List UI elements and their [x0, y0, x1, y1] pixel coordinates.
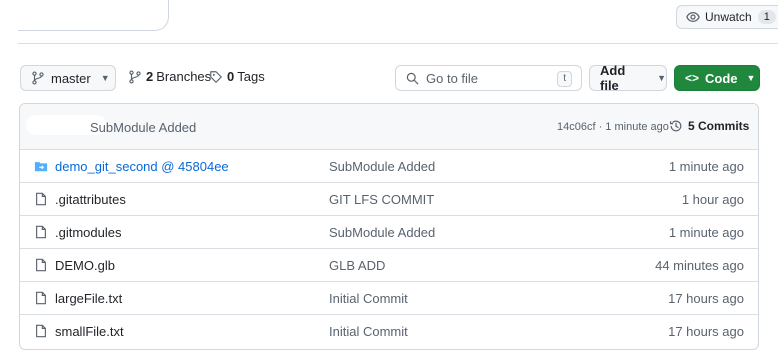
search-placeholder: Go to file	[426, 70, 479, 86]
file-name[interactable]: .gitmodules	[55, 225, 121, 240]
chevron-down-icon: ▼	[746, 73, 756, 83]
branches-count: 2	[146, 69, 154, 84]
file-table: SubModule Added 14c06cf · 1 minute ago 5…	[19, 103, 759, 350]
add-file-label: Add file	[600, 63, 626, 93]
tag-icon	[209, 70, 223, 84]
tags-label: Tags	[237, 69, 265, 84]
chevron-down-icon: ▼	[657, 73, 666, 83]
commit-message[interactable]: GLB ADD	[329, 258, 385, 273]
git-branch-icon	[128, 69, 142, 84]
watch-count: 1	[757, 10, 776, 24]
code-label: Code	[705, 70, 738, 86]
redacted-area	[18, 0, 169, 31]
file-icon	[34, 324, 48, 338]
code-icon: <>	[685, 71, 700, 85]
file-icon	[34, 225, 48, 239]
commit-message[interactable]: GIT LFS COMMIT	[329, 192, 434, 207]
keyboard-shortcut-hint: t	[557, 71, 572, 87]
commit-message[interactable]: SubModule Added	[329, 159, 435, 174]
commit-time: 44 minutes ago	[655, 258, 744, 273]
file-name[interactable]: DEMO.glb	[55, 258, 115, 273]
branch-selector-button[interactable]: master ▼	[20, 65, 116, 91]
file-row[interactable]: demo_git_second @ 45804ee SubModule Adde…	[20, 149, 758, 182]
commits-label: 5 Commits	[688, 119, 750, 133]
branches-label: Branches	[156, 69, 212, 84]
submodule-folder-icon	[34, 159, 48, 173]
go-to-file-search[interactable]: Go to file t	[395, 65, 582, 91]
file-icon	[34, 291, 48, 305]
commit-message[interactable]: Initial Commit	[329, 324, 408, 339]
unwatch-button[interactable]: Unwatch 1 ▼	[676, 5, 778, 29]
eye-icon	[686, 10, 700, 24]
file-icon	[34, 192, 48, 206]
commits-link[interactable]: 5 Commits	[669, 119, 749, 133]
unwatch-label: Unwatch	[705, 10, 752, 24]
commit-time: 1 minute ago	[668, 159, 744, 174]
commit-time: 1 hour ago	[681, 192, 744, 207]
file-name[interactable]: smallFile.txt	[55, 324, 124, 339]
file-row[interactable]: .gitattributes GIT LFS COMMIT 1 hour ago	[20, 182, 758, 215]
search-icon	[406, 72, 419, 85]
file-name[interactable]: .gitattributes	[55, 192, 126, 207]
git-branch-icon	[31, 71, 45, 85]
file-icon	[34, 258, 48, 272]
tags-count: 0	[227, 69, 235, 84]
tags-link[interactable]: 0 Tags	[209, 69, 265, 84]
commit-time: 1 minute ago	[668, 225, 744, 240]
latest-commit-message[interactable]: SubModule Added	[90, 120, 196, 135]
branches-link[interactable]: 2 Branches	[128, 69, 211, 84]
latest-commit-meta[interactable]: 14c06cf · 1 minute ago	[557, 121, 669, 133]
commit-time: 17 hours ago	[668, 291, 744, 306]
commit-message[interactable]: Initial Commit	[329, 291, 408, 306]
branch-name: master	[51, 70, 91, 86]
commit-time: 17 hours ago	[668, 324, 744, 339]
code-button[interactable]: <> Code ▼	[674, 65, 760, 91]
history-icon	[669, 119, 683, 133]
add-file-button[interactable]: Add file ▼	[589, 63, 667, 93]
file-row[interactable]: smallFile.txt Initial Commit 17 hours ag…	[20, 314, 758, 347]
file-name[interactable]: demo_git_second @ 45804ee	[55, 159, 229, 174]
latest-commit-bar: SubModule Added 14c06cf · 1 minute ago 5…	[20, 104, 758, 150]
divider	[18, 43, 778, 44]
file-row[interactable]: largeFile.txt Initial Commit 17 hours ag…	[20, 281, 758, 314]
file-row[interactable]: DEMO.glb GLB ADD 44 minutes ago	[20, 248, 758, 281]
chevron-down-icon: ▼	[100, 73, 110, 83]
file-row[interactable]: .gitmodules SubModule Added 1 minute ago	[20, 215, 758, 248]
commit-message[interactable]: SubModule Added	[329, 225, 435, 240]
file-name[interactable]: largeFile.txt	[55, 291, 122, 306]
